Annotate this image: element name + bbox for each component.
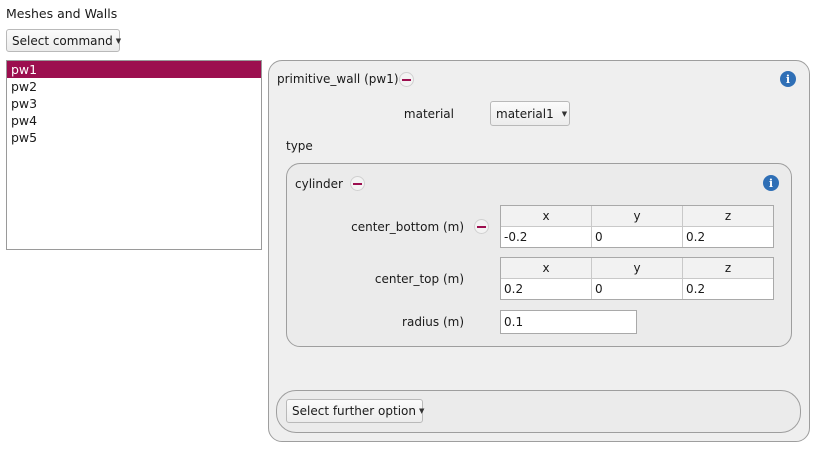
material-dropdown[interactable]: material1 ▼: [490, 101, 570, 126]
column-header-x: x: [501, 206, 592, 227]
material-value: material1: [496, 106, 554, 121]
list-item-pw4[interactable]: pw4: [7, 112, 261, 129]
type-label: type: [286, 139, 313, 153]
remove-cylinder-minus-icon[interactable]: [350, 176, 365, 191]
remove-wall-minus-icon[interactable]: [399, 72, 414, 87]
list-item-pw5[interactable]: pw5: [7, 129, 261, 146]
center-bottom-table: x y z -0.2 0 0.2: [500, 205, 774, 248]
center-top-z-cell[interactable]: 0.2: [683, 279, 773, 299]
center-bottom-y-cell[interactable]: 0: [592, 227, 683, 247]
center-top-label: center_top (m): [374, 272, 464, 286]
center-top-y-cell[interactable]: 0: [592, 279, 683, 299]
chevron-down-icon: ▼: [418, 407, 425, 415]
select-further-option-button[interactable]: Select further option ▼: [286, 399, 425, 423]
column-header-y: y: [592, 258, 683, 279]
list-item-pw3[interactable]: pw3: [7, 95, 261, 112]
list-item-pw1[interactable]: pw1: [7, 61, 261, 78]
panel-title: primitive_wall (pw1): [277, 72, 399, 86]
select-further-option-label: Select further option: [292, 404, 416, 418]
wall-list[interactable]: pw1 pw2 pw3 pw4 pw5: [6, 60, 262, 250]
cylinder-title: cylinder: [295, 177, 343, 191]
column-header-x: x: [501, 258, 592, 279]
center-bottom-x-cell[interactable]: -0.2: [501, 227, 592, 247]
section-title: Meshes and Walls: [6, 6, 118, 21]
radius-input[interactable]: 0.1: [500, 310, 637, 334]
select-command-button[interactable]: Select command ▼: [6, 29, 122, 52]
chevron-down-icon: ▼: [561, 109, 568, 118]
column-header-z: z: [683, 206, 773, 227]
center-bottom-label: center_bottom (m): [351, 220, 464, 234]
chevron-down-icon: ▼: [115, 36, 122, 45]
remove-center-bottom-minus-icon[interactable]: [474, 219, 489, 234]
radius-label: radius (m): [402, 315, 464, 329]
center-bottom-z-cell[interactable]: 0.2: [683, 227, 773, 247]
column-header-y: y: [592, 206, 683, 227]
info-icon[interactable]: i: [780, 71, 796, 87]
center-top-x-cell[interactable]: 0.2: [501, 279, 592, 299]
info-icon[interactable]: i: [763, 175, 779, 191]
list-item-pw2[interactable]: pw2: [7, 78, 261, 95]
material-label: material: [403, 107, 454, 121]
center-top-table: x y z 0.2 0 0.2: [500, 257, 774, 300]
select-command-label: Select command: [12, 33, 113, 48]
column-header-z: z: [683, 258, 773, 279]
